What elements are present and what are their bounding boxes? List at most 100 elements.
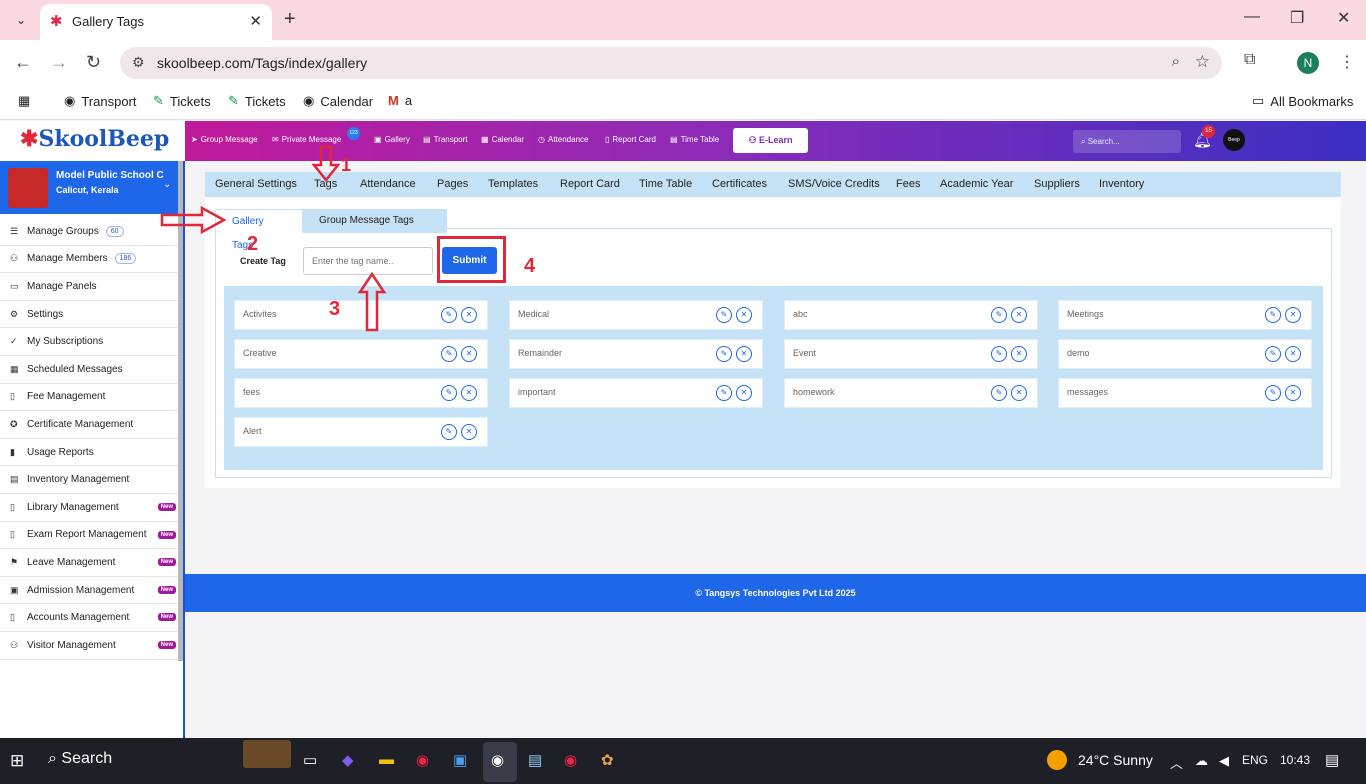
subnav-general-settings[interactable]: General Settings <box>215 178 297 190</box>
edit-icon[interactable]: ✎ <box>1265 385 1281 401</box>
back-icon[interactable]: ← <box>14 52 32 73</box>
zoom-icon[interactable]: ⌕ <box>1172 53 1180 70</box>
edit-icon[interactable]: ✎ <box>716 385 732 401</box>
sidebar-item-manage-panels[interactable]: ▭ Manage Panels <box>0 273 178 301</box>
delete-icon[interactable]: ✕ <box>1285 346 1301 362</box>
tab-group-message-tags[interactable]: Group Message Tags <box>303 209 447 233</box>
chrome-icon[interactable]: ◉ <box>564 751 577 769</box>
profile-avatar[interactable]: N <box>1297 52 1319 74</box>
edit-icon[interactable]: ✎ <box>441 346 457 362</box>
nav-gallery[interactable]: ▣ Gallery <box>374 135 410 144</box>
taskbar-widget-image[interactable] <box>243 740 291 768</box>
nav-private-message[interactable]: ✉ Private Message <box>272 135 341 144</box>
delete-icon[interactable]: ✕ <box>461 424 477 440</box>
delete-icon[interactable]: ✕ <box>1285 385 1301 401</box>
delete-icon[interactable]: ✕ <box>461 346 477 362</box>
edit-icon[interactable]: ✎ <box>1265 346 1281 362</box>
nav-group-message[interactable]: ➤ Group Message <box>191 135 258 144</box>
edit-icon[interactable]: ✎ <box>991 346 1007 362</box>
browser-menu-icon[interactable]: ⋮ <box>1339 52 1355 72</box>
sidebar-item-scheduled-messages[interactable]: ▦ Scheduled Messages <box>0 356 178 384</box>
sidebar-scrollbar[interactable] <box>178 161 183 661</box>
delete-icon[interactable]: ✕ <box>1011 346 1027 362</box>
user-avatar[interactable]: Beep <box>1223 129 1245 151</box>
skoolbeep-logo[interactable]: ✱SkoolBeep <box>20 126 169 152</box>
sidebar-item-my-subscriptions[interactable]: ✓ My Subscriptions <box>0 328 178 356</box>
edit-icon[interactable]: ✎ <box>441 385 457 401</box>
app-search-input[interactable]: ⌕ Search... <box>1073 130 1181 153</box>
sidebar-item-fee-management[interactable]: ▯ Fee Management <box>0 384 178 412</box>
subnav-fees[interactable]: Fees <box>896 178 920 190</box>
extensions-icon[interactable]: ⧉ <box>1244 51 1255 69</box>
chrome-active-icon[interactable]: ◉ <box>483 742 517 782</box>
subnav-inventory[interactable]: Inventory <box>1099 178 1144 190</box>
restore-icon[interactable]: ❐ <box>1290 8 1304 28</box>
sidebar-item-certificate-management[interactable]: ✪ Certificate Management <box>0 411 178 439</box>
bookmark-tickets-2[interactable]: ✎ Tickets <box>228 93 286 109</box>
apps-grid-icon[interactable]: ▦ <box>18 93 30 109</box>
subnav-suppliers[interactable]: Suppliers <box>1034 178 1080 190</box>
sidebar-item-usage-reports[interactable]: ▮ Usage Reports <box>0 439 178 467</box>
edit-icon[interactable]: ✎ <box>441 307 457 323</box>
all-bookmarks[interactable]: ▭ All Bookmarks <box>1252 93 1353 109</box>
nav-transport[interactable]: ▤ Transport <box>423 135 468 144</box>
edit-icon[interactable]: ✎ <box>716 346 732 362</box>
notification-center-icon[interactable]: ▤ <box>1325 751 1339 769</box>
clock[interactable]: 10:43 <box>1280 753 1310 767</box>
bookmark-calendar[interactable]: ◉ Calendar <box>303 93 373 109</box>
minimize-icon[interactable]: — <box>1244 8 1260 26</box>
close-window-icon[interactable]: ✕ <box>1337 8 1350 28</box>
bookmark-gmail[interactable]: Ma <box>388 93 412 108</box>
sidebar-item-settings[interactable]: ⚙ Settings <box>0 301 178 329</box>
delete-icon[interactable]: ✕ <box>736 307 752 323</box>
delete-icon[interactable]: ✕ <box>1011 385 1027 401</box>
sidebar-item-exam-report-management[interactable]: ▯ Exam Report Management New <box>0 522 178 550</box>
delete-icon[interactable]: ✕ <box>736 346 752 362</box>
bookmark-transport[interactable]: ◉ Transport <box>64 93 137 109</box>
tab-search-icon[interactable]: ⌄ <box>10 9 32 31</box>
copilot-icon[interactable]: ◆ <box>342 751 354 769</box>
subnav-templates[interactable]: Templates <box>488 178 538 190</box>
chevron-down-icon[interactable]: ⌄ <box>163 179 171 190</box>
school-selector[interactable]: Model Public School C Calicut, Kerala ⌄ <box>0 161 183 214</box>
sidebar-item-accounts-management[interactable]: ▯ Accounts Management New <box>0 604 178 632</box>
bookmark-tickets[interactable]: ✎ Tickets <box>153 93 211 109</box>
subnav-pages[interactable]: Pages <box>437 178 468 190</box>
tab-gallery-tags[interactable]: Gallery Tags <box>215 209 303 251</box>
network-icon[interactable]: ☁ <box>1195 753 1208 769</box>
subnav-report-card[interactable]: Report Card <box>560 178 620 190</box>
delete-icon[interactable]: ✕ <box>461 307 477 323</box>
close-tab-icon[interactable]: ✕ <box>249 12 262 30</box>
delete-icon[interactable]: ✕ <box>1285 307 1301 323</box>
bookmark-star-icon[interactable]: ☆ <box>1195 52 1210 72</box>
delete-icon[interactable]: ✕ <box>461 385 477 401</box>
tray-chevron-icon[interactable]: ︿ <box>1170 753 1183 772</box>
store-icon[interactable]: ▣ <box>453 751 467 769</box>
forward-icon[interactable]: → <box>50 52 68 73</box>
edit-icon[interactable]: ✎ <box>441 424 457 440</box>
elearn-button[interactable]: ⚇ E-Learn <box>733 128 808 153</box>
url-text[interactable]: skoolbeep.com/Tags/index/gallery <box>157 55 367 71</box>
edit-icon[interactable]: ✎ <box>991 307 1007 323</box>
nav-time-table[interactable]: ▤ Time Table <box>670 135 719 144</box>
sidebar-item-admission-management[interactable]: ▣ Admission Management New <box>0 577 178 605</box>
paint-icon[interactable]: ✿ <box>601 751 614 769</box>
notepad-icon[interactable]: ▤ <box>528 751 542 769</box>
sidebar-item-manage-members[interactable]: ⚇ Manage Members 186 <box>0 246 178 274</box>
subnav-attendance[interactable]: Attendance <box>360 178 416 190</box>
nav-attendance[interactable]: ◷ Attendance <box>538 135 588 144</box>
browser-tab[interactable]: ✱ Gallery Tags ✕ <box>40 4 272 40</box>
reload-icon[interactable]: ↻ <box>86 52 101 73</box>
chrome-icon[interactable]: ◉ <box>416 751 429 769</box>
edit-icon[interactable]: ✎ <box>1265 307 1281 323</box>
file-explorer-icon[interactable]: ▬ <box>379 751 394 768</box>
weather-text[interactable]: 24°C Sunny <box>1078 752 1153 768</box>
omnibox[interactable]: ⚙ skoolbeep.com/Tags/index/gallery ⌕ ☆ <box>120 47 1222 79</box>
subnav-certificates[interactable]: Certificates <box>712 178 767 190</box>
nav-calendar[interactable]: ▦ Calendar <box>481 135 524 144</box>
site-info-icon[interactable]: ⚙ <box>132 54 145 71</box>
subnav-sms-voice-credits[interactable]: SMS/Voice Credits <box>788 178 880 190</box>
subnav-time-table[interactable]: Time Table <box>639 178 692 190</box>
edit-icon[interactable]: ✎ <box>991 385 1007 401</box>
windows-start-icon[interactable]: ⊞ <box>10 751 24 771</box>
